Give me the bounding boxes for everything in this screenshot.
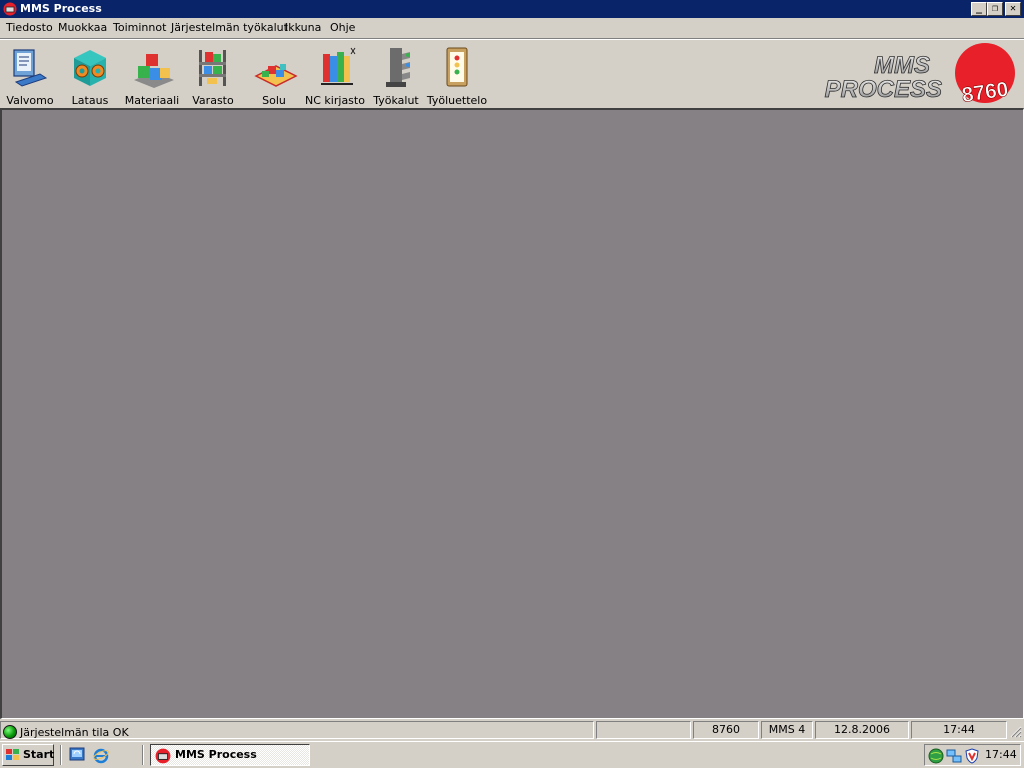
taskbar-clock: 17:44: [985, 748, 1017, 761]
loading-icon: [74, 50, 106, 86]
mms-app-icon: [155, 748, 171, 764]
minimize-button[interactable]: _: [971, 2, 987, 16]
network-globe-icon[interactable]: [928, 748, 944, 764]
toolbar-tyoluettelo-label: Työluettelo: [426, 94, 488, 107]
menu-ikkuna[interactable]: Ikkuna: [285, 21, 321, 35]
taskbar: Start MMS Process 17:44: [0, 741, 1024, 768]
tools-icon: [386, 48, 410, 87]
nc-library-icon: [321, 47, 356, 85]
cell-icon: [254, 64, 298, 87]
size-grip-icon[interactable]: [1009, 725, 1022, 738]
menu-muokkaa[interactable]: Muokkaa: [58, 21, 107, 35]
app-icon: [3, 2, 17, 16]
menu-toiminnot[interactable]: Toiminnot: [113, 21, 166, 35]
status-panel-version: MMS 4: [761, 721, 813, 739]
toolbar-lataus-button[interactable]: Lataus: [60, 42, 120, 108]
system-tray: 17:44: [924, 744, 1021, 766]
status-panel-time: 17:44: [911, 721, 1007, 739]
monitor-icon: [13, 49, 48, 87]
start-label: Start: [23, 748, 55, 761]
network-computers-icon[interactable]: [946, 748, 962, 764]
taskbar-divider: [60, 745, 62, 765]
status-panel-machine: 8760: [693, 721, 759, 739]
antivirus-shield-icon[interactable]: [964, 748, 980, 764]
menu-bar: Tiedosto Muokkaa Toiminnot Järjestelmän …: [0, 18, 1024, 38]
menu-jarjestelman-tyokalut[interactable]: Järjestelmän työkalut: [171, 21, 288, 35]
status-panel-empty: [596, 721, 691, 739]
logo-process-text: PROCESS: [825, 76, 942, 103]
taskbar-mms-process-button[interactable]: MMS Process: [150, 744, 310, 766]
material-blocks-icon: [134, 54, 174, 88]
restore-button[interactable]: ❐: [987, 2, 1003, 16]
mms-process-logo: MMS PROCESS 8760: [782, 42, 1020, 107]
show-desktop-icon[interactable]: [68, 746, 86, 764]
toolbar-tyoluettelo-button[interactable]: Työluettelo: [427, 42, 487, 108]
close-button[interactable]: ✕: [1005, 2, 1021, 16]
work-list-icon: [446, 47, 468, 87]
status-bar: Järjestelmän tila OK 8760 MMS 4 12.8.200…: [0, 719, 1024, 741]
windows-logo-icon: [6, 749, 19, 760]
status-ok-led-icon: [3, 725, 17, 739]
storage-rack-icon: [199, 50, 226, 86]
mdi-workspace[interactable]: [0, 108, 1024, 719]
start-button[interactable]: Start: [2, 744, 54, 766]
status-panel-system: Järjestelmän tila OK: [0, 721, 594, 739]
system-status-text: Järjestelmän tila OK: [20, 726, 129, 739]
logo-mms-text: MMS: [874, 52, 930, 79]
taskbar-divider-2: [142, 745, 144, 765]
menu-tiedosto[interactable]: Tiedosto: [6, 21, 53, 35]
status-panel-date: 12.8.2006: [815, 721, 909, 739]
internet-explorer-icon[interactable]: [92, 746, 110, 764]
menu-ohje[interactable]: Ohje: [330, 21, 355, 35]
title-bar[interactable]: MMS Process _ ❐ ✕: [0, 0, 1024, 18]
window-title: MMS Process: [20, 2, 102, 15]
taskbar-task-label: MMS Process: [175, 748, 257, 761]
